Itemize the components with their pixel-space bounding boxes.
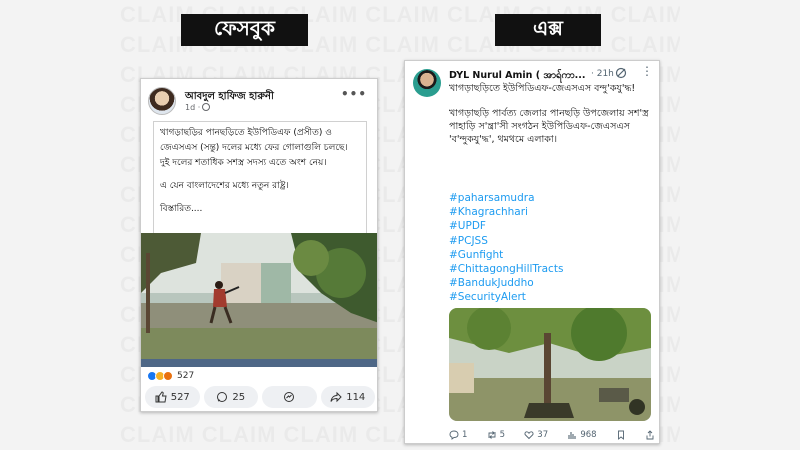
hashtag-link[interactable]: #PCJSS <box>449 234 563 248</box>
reaction-summary[interactable]: 527 <box>147 371 194 381</box>
hashtag-link[interactable]: #UPDF <box>449 219 563 233</box>
gunfight-video-thumbnail <box>449 308 651 421</box>
post-paragraph: খাগড়াছড়ির পানছড়িতে ইউপিডিএফ (প্রসীত) … <box>160 128 348 153</box>
post-video[interactable] <box>449 308 651 421</box>
facebook-post-card: আবদুল হাফিজ হারুনী 1d · ••• খাগড়াছড়ির … <box>140 78 378 412</box>
reaction-count: 527 <box>177 371 195 381</box>
share-icon <box>330 391 342 403</box>
post-author[interactable]: DYL Nurul Amin ( အာရ်ကာ... <box>449 69 599 83</box>
hashtag-link[interactable]: #BandukJuddho <box>449 276 563 290</box>
gunfight-scene-image <box>141 233 377 367</box>
repost-icon <box>488 431 496 439</box>
grok-icon[interactable] <box>615 67 627 79</box>
bar-chart-icon <box>568 432 576 439</box>
x-heading: এক্স <box>495 14 601 46</box>
post-time[interactable]: · 21h <box>591 69 614 79</box>
comment-icon <box>217 392 228 402</box>
hashtag-list: #paharsamudra #Khagrachhari #UPDF #PCJSS… <box>449 191 563 305</box>
messenger-send-button[interactable] <box>262 386 317 408</box>
facebook-heading: ফেসবুক <box>181 14 308 46</box>
views-button[interactable]: 968 <box>567 430 597 440</box>
post-text: খাগড়াছড়িতে ইউপিডিএফ-জেএসএস বন্দু'কযু'দ… <box>449 82 655 158</box>
post-time[interactable]: 1d · <box>185 103 211 112</box>
hashtag-link[interactable]: #Khagrachhari <box>449 205 563 219</box>
more-options-button[interactable]: ••• <box>341 87 367 101</box>
see-more-link[interactable]: বিস্তারিত.... <box>160 202 360 217</box>
comment-button[interactable]: 25 <box>203 386 258 408</box>
reply-button[interactable]: 1 <box>449 430 467 440</box>
avatar[interactable] <box>413 69 441 97</box>
post-body: খাগড়াছড়ি পার্বত্য জেলার পানছড়ি উপজেলা… <box>449 108 649 145</box>
reply-icon <box>449 430 459 440</box>
globe-icon <box>202 103 211 111</box>
bookmark-button[interactable] <box>616 430 626 440</box>
bookmark-icon <box>617 430 624 440</box>
post-title: খাগড়াছড়িতে ইউপিডিএফ-জেএসএস বন্দু'কযু'দ… <box>449 83 636 94</box>
like-button[interactable]: 37 <box>524 430 548 440</box>
post-action-bar: 527 25 114 <box>145 386 375 408</box>
post-paragraph: দুই দলের শতাধিক সশস্ত্র সদস্য এতে অংশ নে… <box>160 158 327 168</box>
hashtag-link[interactable]: #Gunfight <box>449 248 563 262</box>
x-post-card: DYL Nurul Amin ( အာရ်ကာ... · 21h ⋮ খাগড়… <box>404 60 660 444</box>
avatar[interactable] <box>148 87 176 115</box>
post-image[interactable] <box>141 233 377 367</box>
hashtag-link[interactable]: #SecurityAlert <box>449 290 563 304</box>
thumbs-up-icon <box>155 391 167 403</box>
heart-icon <box>524 431 534 440</box>
hashtag-link[interactable]: #ChittagongHillTracts <box>449 262 563 276</box>
hashtag-link[interactable]: #paharsamudra <box>449 191 563 205</box>
share-button[interactable]: 114 <box>320 386 375 408</box>
like-button[interactable]: 527 <box>145 386 200 408</box>
post-paragraph: এ যেন বাংলাদেশের মধ্যে নতুন রাষ্ট্র। <box>160 181 289 191</box>
volume-muted-icon[interactable] <box>629 399 645 415</box>
wow-reaction-icon <box>163 371 173 381</box>
repost-button[interactable]: 5 <box>487 430 505 440</box>
messenger-icon <box>284 392 295 402</box>
post-action-bar: 1 5 37 968 <box>449 428 655 442</box>
more-options-button[interactable]: ⋮ <box>641 64 653 78</box>
share-icon <box>646 430 654 440</box>
share-button[interactable] <box>645 430 655 440</box>
